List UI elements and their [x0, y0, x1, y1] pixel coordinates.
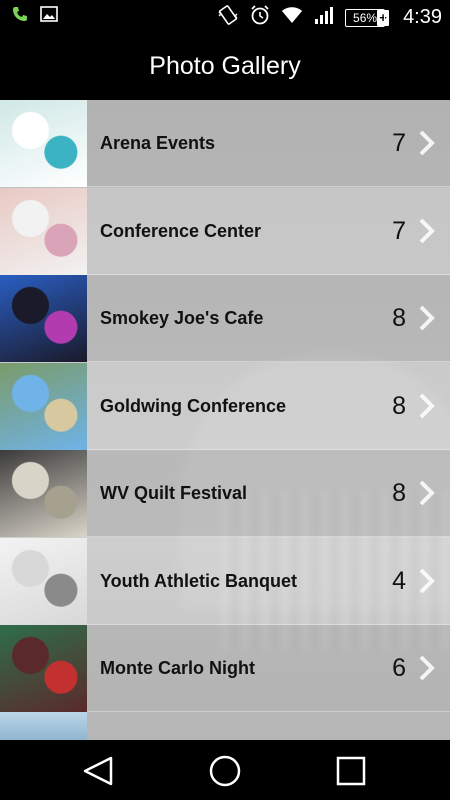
app-bar: Photo Gallery	[0, 32, 450, 100]
list-item[interactable]: Conference Center 7	[0, 187, 450, 275]
gallery-item-label: Goldwing Conference	[100, 395, 287, 416]
gallery-item-count: 8	[392, 391, 406, 420]
gallery-item-count: 7	[392, 216, 406, 245]
chevron-right-icon	[419, 568, 435, 594]
gallery-item-label: Smokey Joe's Cafe	[100, 307, 264, 328]
wifi-icon	[281, 5, 303, 30]
gallery-item-count: 6	[392, 653, 406, 682]
thumbnail-partial	[0, 712, 87, 740]
image-icon	[40, 6, 58, 27]
gallery-thumbnail	[0, 624, 87, 712]
gallery-item-count: 7	[392, 128, 406, 157]
recents-icon[interactable]	[334, 754, 368, 788]
chevron-right-icon	[419, 480, 435, 506]
gallery-item-label: WV Quilt Festival	[100, 482, 248, 503]
phone-icon	[12, 6, 28, 27]
gallery-item-count: 4	[392, 566, 406, 595]
list-item[interactable]: Arena Events 7	[0, 100, 450, 187]
chevron-right-icon	[419, 305, 435, 331]
gallery-item-count: 8	[392, 303, 406, 332]
gallery-item-label: Conference Center	[100, 220, 262, 241]
gallery-thumbnail	[0, 187, 87, 275]
alarm-icon	[249, 4, 271, 31]
list-item[interactable]: WV Quilt Festival 8	[0, 449, 450, 537]
list-item[interactable]: Smokey Joe's Cafe 8	[0, 274, 450, 362]
gallery-thumbnail	[0, 537, 87, 625]
clock: 4:39	[403, 6, 442, 28]
chevron-right-icon	[419, 655, 435, 681]
battery-percent: 56%	[345, 8, 386, 27]
back-icon[interactable]	[81, 754, 115, 788]
status-bar: 56% + 4:39	[0, 0, 450, 32]
chevron-right-icon	[419, 218, 435, 244]
signal-icon	[313, 5, 335, 30]
gallery-item-count: 8	[392, 478, 406, 507]
chevron-right-icon	[419, 393, 435, 419]
gallery-list[interactable]: Arena Events 7 Conference Center 7 Smokey Jo…	[0, 100, 450, 740]
gallery-item-label: Monte Carlo Night	[100, 657, 255, 678]
page-title: Photo Gallery	[149, 51, 301, 80]
navigation-bar	[0, 740, 450, 800]
gallery-thumbnail	[0, 274, 87, 362]
vibrate-icon	[217, 4, 239, 31]
gallery-thumbnail	[0, 362, 87, 450]
list-item[interactable]: Youth Athletic Banquet 4	[0, 537, 450, 625]
gallery-thumbnail	[0, 449, 87, 537]
home-icon[interactable]	[208, 754, 242, 788]
gallery-item-label: Youth Athletic Banquet	[100, 570, 297, 591]
chevron-right-icon	[419, 130, 435, 156]
list-item[interactable]: Monte Carlo Night 6	[0, 624, 450, 712]
gallery-item-label: Arena Events	[100, 132, 216, 153]
list-item[interactable]: Goldwing Conference 8	[0, 362, 450, 450]
gallery-thumbnail	[0, 100, 87, 187]
battery-icon: 56% +	[345, 8, 390, 27]
